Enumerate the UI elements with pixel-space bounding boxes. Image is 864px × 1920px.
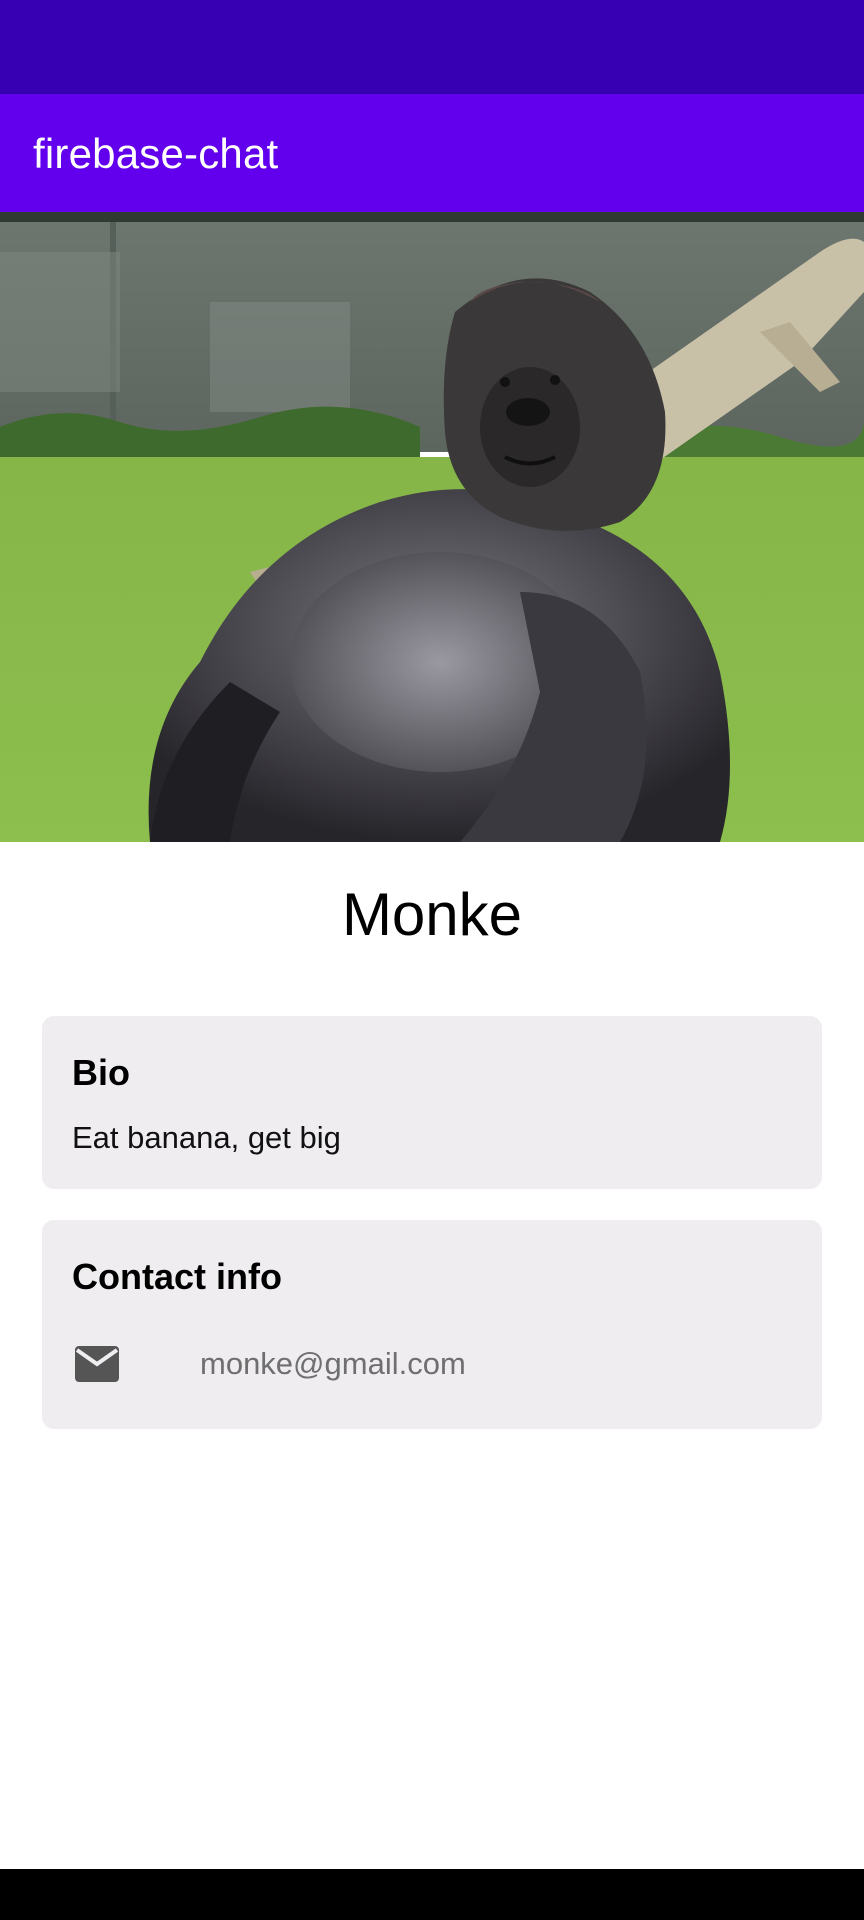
bio-heading: Bio	[72, 1052, 130, 1093]
bio-text: Eat banana, get big	[72, 1120, 341, 1155]
contact-card: Contact info monke@gmail.com	[42, 1220, 822, 1429]
profile-photo	[0, 212, 864, 842]
contact-heading: Contact info	[72, 1256, 282, 1297]
app-bar: firebase-chat	[0, 94, 864, 212]
navigation-bar	[0, 1869, 864, 1920]
contact-email-row[interactable]: monke@gmail.com	[72, 1334, 792, 1394]
bio-card: Bio Eat banana, get big	[42, 1016, 822, 1189]
profile-name: Monke	[341, 881, 523, 948]
app-title: firebase-chat	[33, 130, 279, 177]
gorilla-photo	[0, 212, 864, 842]
mail-icon	[72, 1334, 138, 1394]
status-bar	[0, 0, 864, 94]
contact-email[interactable]: monke@gmail.com	[200, 1346, 466, 1382]
